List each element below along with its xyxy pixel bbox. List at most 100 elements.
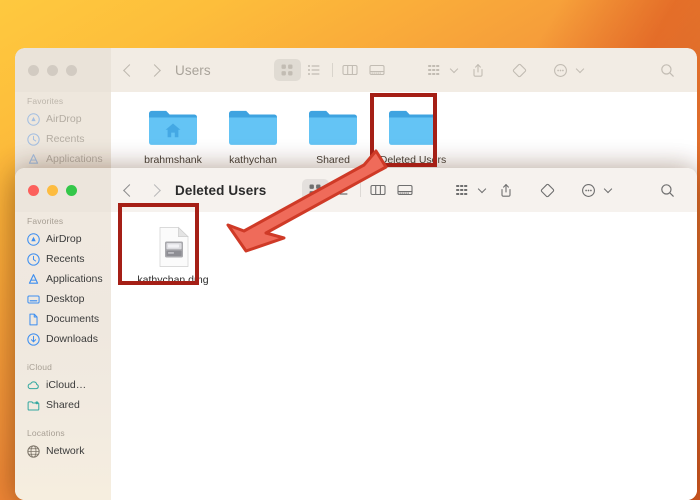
search-button[interactable] [654, 179, 681, 201]
globe-icon [27, 444, 40, 458]
traffic-lights-deleted-users [15, 168, 111, 212]
sidebar-item-recents[interactable]: Recents [15, 129, 111, 149]
group-by-button[interactable] [449, 179, 476, 201]
airdrop-icon [27, 232, 40, 246]
sidebar-item-network[interactable]: Network [15, 441, 111, 461]
window-body-deleted-users: Favorites AirDrop Recents Applications D… [15, 212, 697, 500]
sidebar-deleted-users[interactable]: Favorites AirDrop Recents Applications D… [15, 212, 111, 500]
sidebar-item-recents[interactable]: Recents [15, 249, 111, 269]
close-button[interactable] [28, 64, 39, 76]
gallery-view-icon [369, 64, 385, 76]
zoom-button[interactable] [66, 184, 77, 196]
sidebar-item-icloud[interactable]: iCloud… [15, 375, 111, 395]
group-by-chevron-down-icon[interactable] [449, 64, 459, 73]
group-by-button[interactable] [421, 59, 448, 81]
search-icon [661, 63, 674, 77]
forward-chevron-icon[interactable] [148, 183, 161, 197]
sidebar-item-shared[interactable]: Shared [15, 395, 111, 415]
file-label: Deleted Users [379, 154, 447, 166]
window-title-users: Users [175, 62, 211, 78]
close-button[interactable] [28, 184, 39, 196]
sidebar-item-desktop[interactable]: Desktop [15, 289, 111, 309]
gallery-view-button[interactable] [392, 179, 419, 201]
sidebar-item-airdrop[interactable]: AirDrop [15, 109, 111, 129]
sidebar-item-label: Shared [46, 399, 80, 411]
column-view-button[interactable] [365, 179, 392, 201]
traffic-lights-users [15, 48, 111, 92]
file-area-deleted-users[interactable]: kathychan.dmg [111, 212, 697, 500]
titlebar-deleted-users: Deleted Users [15, 168, 697, 212]
back-chevron-icon[interactable] [123, 183, 136, 197]
search-icon [661, 183, 674, 197]
group-by-chevron-down-icon[interactable] [477, 184, 486, 193]
minimize-button[interactable] [47, 184, 58, 196]
applications-icon [28, 153, 39, 164]
sidebar-item-label: Recents [46, 253, 85, 265]
sidebar-section-header-icloud: iCloud [27, 362, 52, 372]
share-icon [473, 63, 483, 77]
list-view-button[interactable] [329, 179, 356, 201]
window-title-deleted-users: Deleted Users [175, 182, 267, 198]
file-item-kathychan-dmg[interactable]: kathychan.dmg [133, 226, 213, 286]
more-options-chevron-down-icon[interactable] [603, 184, 612, 193]
sidebar-item-label: Applications [46, 273, 103, 285]
file-item-kathychan[interactable]: kathychan [213, 106, 293, 166]
applications-icon [28, 273, 39, 284]
toolbar-divider [359, 183, 361, 197]
folder-icon [389, 110, 437, 145]
tags-button[interactable] [506, 59, 533, 81]
nav-buttons-deleted-users [123, 183, 161, 197]
forward-chevron-icon[interactable] [148, 63, 161, 77]
column-view-button[interactable] [337, 59, 364, 81]
sidebar-item-applications[interactable]: Applications [15, 269, 111, 289]
share-button[interactable] [493, 179, 520, 201]
tag-icon [512, 63, 527, 77]
search-button[interactable] [654, 59, 681, 81]
sidebar-item-downloads[interactable]: Downloads [15, 329, 111, 349]
sidebar-item-label: Network [46, 445, 85, 457]
sidebar-item-label: Documents [46, 313, 100, 325]
share-button[interactable] [465, 59, 492, 81]
desktop-background: Users Favorites AirDrop Recents Applicat… [0, 0, 700, 500]
toolbar-divider [331, 63, 333, 77]
list-view-button[interactable] [301, 59, 328, 81]
more-options-button[interactable] [547, 59, 574, 81]
column-view-icon [370, 184, 386, 196]
file-item-deleted-users[interactable]: Deleted Users [373, 106, 453, 166]
icon-grid-users: brahmshank kathychan Shared Deleted User… [111, 92, 697, 166]
clock-icon [27, 252, 40, 266]
toolbar-deleted-users: Deleted Users [111, 168, 697, 212]
sidebar-item-applications[interactable]: Applications [15, 149, 111, 169]
toolbar-users: Users [111, 48, 697, 92]
icon-view-button[interactable] [273, 59, 301, 81]
zoom-button[interactable] [66, 64, 77, 76]
icon-view-button[interactable] [301, 179, 329, 201]
file-item-brahmshank[interactable]: brahmshank [133, 106, 213, 166]
file-label: brahmshank [144, 154, 202, 166]
minimize-button[interactable] [47, 64, 58, 76]
sidebar-item-label: Downloads [46, 333, 98, 345]
sidebar-item-label: iCloud… [46, 379, 87, 391]
disk-image-icon [159, 226, 189, 267]
sidebar-item-airdrop[interactable]: AirDrop [15, 229, 111, 249]
more-options-button[interactable] [575, 179, 602, 201]
sidebar-section-header-locations: Locations [27, 428, 65, 438]
file-item-shared[interactable]: Shared [293, 106, 373, 166]
titlebar-users: Users [15, 48, 697, 92]
list-view-icon [308, 65, 320, 75]
nav-buttons-users [123, 63, 161, 77]
gallery-view-button[interactable] [364, 59, 391, 81]
sidebar-item-documents[interactable]: Documents [15, 309, 111, 329]
back-chevron-icon[interactable] [123, 63, 136, 77]
tags-button[interactable] [534, 179, 561, 201]
finder-window-deleted-users[interactable]: Deleted Users Favorites AirDrop Recents … [15, 168, 697, 500]
file-label: kathychan.dmg [137, 274, 209, 286]
clock-icon [27, 132, 40, 146]
icon-view-icon [309, 184, 321, 196]
sidebar-item-label: Desktop [46, 293, 85, 305]
shared-folder-icon [27, 400, 40, 411]
sidebar-section-header-favorites: Favorites [27, 216, 64, 226]
more-options-chevron-down-icon[interactable] [575, 64, 585, 73]
file-label: Shared [316, 154, 350, 166]
